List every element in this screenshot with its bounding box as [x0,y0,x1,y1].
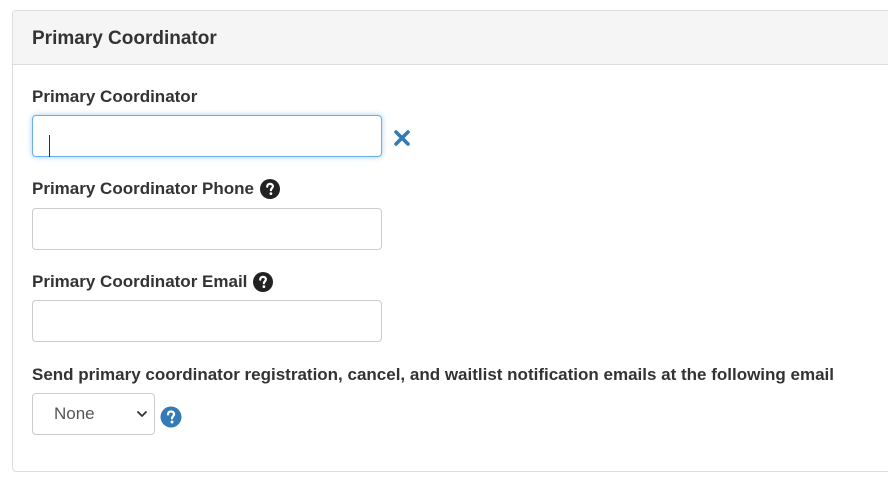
close-icon[interactable] [391,127,413,149]
email-input[interactable] [32,300,382,342]
text-caret [49,135,50,157]
primary-coordinator-panel: Primary Coordinator Primary Coordinator … [12,10,888,472]
email-label-text: Primary Coordinator Email [32,272,248,291]
question-circle-icon[interactable] [259,179,280,199]
notification-email-select[interactable]: None [32,393,155,435]
notification-label-text: Send primary coordinator registration, c… [32,365,834,384]
question-circle-icon[interactable] [253,272,274,292]
notification-label: Send primary coordinator registration, c… [32,365,834,385]
email-label: Primary Coordinator Email [32,272,274,292]
coordinator-label-text: Primary Coordinator [32,87,198,106]
coordinator-label: Primary Coordinator [32,87,197,107]
phone-input[interactable] [32,208,382,250]
phone-label: Primary Coordinator Phone [32,179,280,199]
panel-title: Primary Coordinator [32,28,217,49]
chevron-down-icon [137,411,147,417]
phone-label-text: Primary Coordinator Phone [32,179,254,198]
panel-heading: Primary Coordinator [13,11,888,65]
select-value: None [54,404,95,423]
coordinator-input[interactable] [32,115,382,157]
question-circle-icon[interactable] [160,406,182,428]
